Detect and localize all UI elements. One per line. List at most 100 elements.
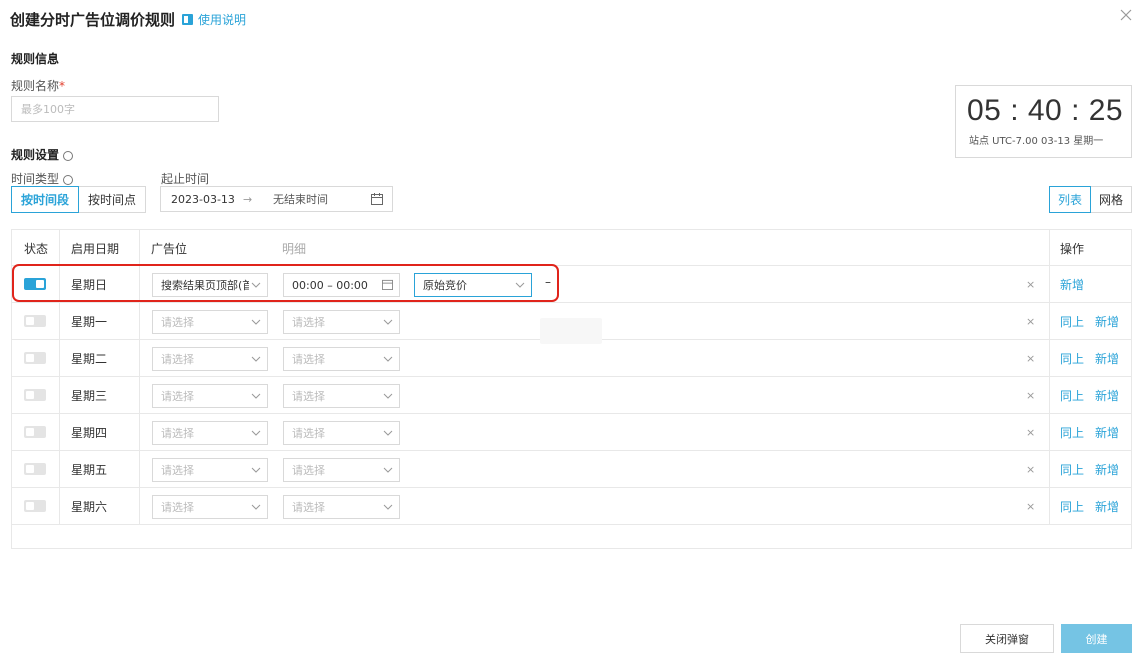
detail-select-value: 请选择 xyxy=(292,464,325,477)
chevron-down-icon xyxy=(383,430,393,436)
detail-select-value: 请选择 xyxy=(292,427,325,440)
placement-select-value: 请选择 xyxy=(161,390,194,403)
row-actions: 新增 xyxy=(1060,266,1095,303)
chevron-down-icon xyxy=(383,467,393,473)
start-date[interactable]: 2023-03-13 xyxy=(171,193,243,206)
status-toggle[interactable] xyxy=(24,500,46,512)
chevron-down-icon xyxy=(383,393,393,399)
day-label: 星期一 xyxy=(71,315,108,329)
placement-select-value: 请选择 xyxy=(161,353,194,366)
detail-select-value: 请选择 xyxy=(292,353,325,366)
annotation-highlight-box xyxy=(12,264,559,302)
placement-select[interactable]: 请选择 xyxy=(152,384,268,408)
clear-row-icon[interactable]: × xyxy=(1026,352,1035,365)
detail-select[interactable]: 请选择 xyxy=(283,495,400,519)
placement-select[interactable]: 请选择 xyxy=(152,347,268,371)
clear-row-icon[interactable]: × xyxy=(1026,463,1035,476)
placement-select-value: 请选择 xyxy=(161,427,194,440)
clock-time: 05 : 40 : 25 xyxy=(967,94,1124,127)
detail-select-value: 请选择 xyxy=(292,316,325,329)
info-icon[interactable] xyxy=(63,174,74,185)
close-dialog-button[interactable]: 关闭弹窗 xyxy=(960,624,1054,653)
header-placement: 广告位 xyxy=(151,241,188,256)
time-type-point-button[interactable]: 按时间点 xyxy=(79,186,147,213)
clear-row-icon[interactable]: × xyxy=(1026,500,1035,513)
clear-row-icon[interactable]: × xyxy=(1026,278,1035,291)
range-arrow: → xyxy=(243,192,253,206)
day-label: 星期六 xyxy=(71,500,108,514)
clear-row-icon[interactable]: × xyxy=(1026,315,1035,328)
help-link-label: 使用说明 xyxy=(198,13,247,27)
detail-select[interactable]: 请选择 xyxy=(283,458,400,482)
detail-select[interactable]: 请选择 xyxy=(283,384,400,408)
header-detail: 明细 xyxy=(282,241,307,256)
status-toggle[interactable] xyxy=(24,389,46,401)
same-as-above-button[interactable]: 同上 xyxy=(1060,461,1084,478)
status-toggle[interactable] xyxy=(24,463,46,475)
help-link[interactable]: 使用说明 xyxy=(181,11,246,28)
time-type-label: 时间类型 xyxy=(11,170,74,187)
same-as-above-button[interactable]: 同上 xyxy=(1060,313,1084,330)
detail-select-value: 请选择 xyxy=(292,501,325,514)
grid-view-button[interactable]: 网格 xyxy=(1090,186,1132,213)
same-as-above-button[interactable]: 同上 xyxy=(1060,350,1084,367)
placement-select[interactable]: 请选择 xyxy=(152,421,268,445)
detail-select[interactable]: 请选择 xyxy=(283,421,400,445)
view-toggle: 列表 网格 xyxy=(1048,186,1132,213)
status-toggle[interactable] xyxy=(24,315,46,327)
range-label: 起止时间 xyxy=(161,172,210,186)
chevron-down-icon xyxy=(383,319,393,325)
chevron-down-icon xyxy=(251,393,261,399)
detail-select[interactable]: 请选择 xyxy=(283,310,400,334)
status-toggle[interactable] xyxy=(24,426,46,438)
calendar-icon[interactable] xyxy=(371,193,383,205)
info-icon[interactable] xyxy=(63,150,74,161)
placement-select[interactable]: 请选择 xyxy=(152,458,268,482)
day-label: 星期四 xyxy=(71,426,108,440)
detail-select[interactable]: 请选择 xyxy=(283,347,400,371)
row-actions: 同上 新增 xyxy=(1060,377,1130,414)
add-button[interactable]: 新增 xyxy=(1095,424,1119,441)
add-button[interactable]: 新增 xyxy=(1095,387,1119,404)
row-actions: 同上 新增 xyxy=(1060,488,1130,525)
chevron-down-icon xyxy=(383,504,393,510)
close-icon[interactable] xyxy=(1119,8,1133,22)
site-clock: 05 : 40 : 25 站点 UTC-7.00 03-13 星期一 xyxy=(955,85,1132,158)
rule-name-label: 规则名称* xyxy=(11,77,65,94)
placement-select-value: 请选择 xyxy=(161,464,194,477)
add-button[interactable]: 新增 xyxy=(1095,350,1119,367)
placement-select-value: 请选择 xyxy=(161,501,194,514)
same-as-above-button[interactable]: 同上 xyxy=(1060,424,1084,441)
table-row: 星期三 请选择 请选择 × 同上 新增 xyxy=(12,377,1131,414)
placement-select[interactable]: 请选择 xyxy=(152,310,268,334)
clear-row-icon[interactable]: × xyxy=(1026,389,1035,402)
book-icon xyxy=(182,14,194,25)
drag-ghost xyxy=(540,318,602,344)
status-toggle[interactable] xyxy=(24,352,46,364)
chevron-down-icon xyxy=(251,467,261,473)
rule-info-title: 规则信息 xyxy=(11,52,60,66)
date-range-picker[interactable]: 2023-03-13 → 无结束时间 xyxy=(160,186,393,212)
same-as-above-button[interactable]: 同上 xyxy=(1060,387,1084,404)
dialog-title: 创建分时广告位调价规则 使用说明 xyxy=(10,9,246,30)
chevron-down-icon xyxy=(251,430,261,436)
add-button[interactable]: 新增 xyxy=(1095,313,1119,330)
time-type-period-button[interactable]: 按时间段 xyxy=(11,186,80,213)
list-view-button[interactable]: 列表 xyxy=(1048,186,1091,213)
add-button[interactable]: 新增 xyxy=(1095,461,1119,478)
header-actions: 操作 xyxy=(1060,241,1085,256)
add-button[interactable]: 新增 xyxy=(1060,276,1084,293)
table-header: 状态 启用日期 广告位 明细 操作 xyxy=(12,230,1131,266)
chevron-down-icon xyxy=(251,319,261,325)
create-button[interactable]: 创建 xyxy=(1061,624,1132,653)
clear-row-icon[interactable]: × xyxy=(1026,426,1035,439)
placement-select[interactable]: 请选择 xyxy=(152,495,268,519)
rule-name-input[interactable]: 最多100字 xyxy=(11,96,219,122)
rule-name-label-text: 规则名称 xyxy=(11,79,60,93)
row-actions: 同上 新增 xyxy=(1060,451,1130,488)
day-label: 星期二 xyxy=(71,352,108,366)
end-date[interactable]: 无结束时间 xyxy=(273,191,361,207)
same-as-above-button[interactable]: 同上 xyxy=(1060,498,1084,515)
row-actions: 同上 新增 xyxy=(1060,303,1130,340)
add-button[interactable]: 新增 xyxy=(1095,498,1119,515)
